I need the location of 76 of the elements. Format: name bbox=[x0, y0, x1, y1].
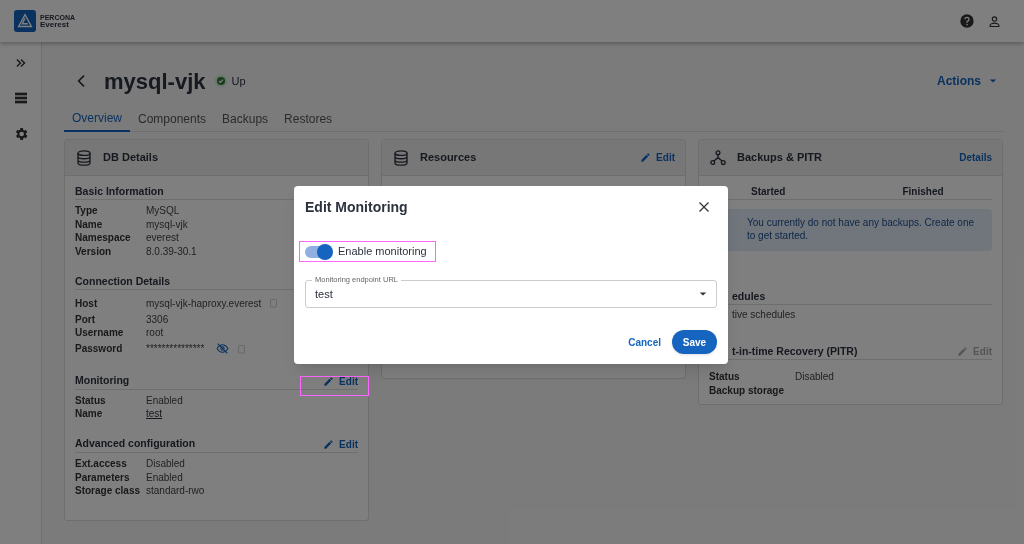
field-value: root bbox=[146, 326, 164, 341]
column-header: Finished bbox=[902, 185, 944, 199]
card-title: Resources bbox=[420, 150, 477, 166]
field-label: Type bbox=[75, 204, 99, 219]
database-icon bbox=[392, 148, 410, 167]
dialog-title: Edit Monitoring bbox=[305, 197, 408, 217]
column-header: Started bbox=[751, 185, 786, 199]
field-label: Status bbox=[75, 393, 107, 408]
card-title: Backups & PITR bbox=[737, 150, 822, 166]
section-title: t-in-time Recovery (PITR) bbox=[732, 343, 858, 359]
pencil-icon bbox=[640, 152, 652, 163]
edit-button[interactable]: Edit bbox=[323, 373, 358, 389]
field-value: 8.0.39-30.1 bbox=[146, 245, 197, 260]
field-value: MySQL bbox=[146, 204, 180, 219]
details-link[interactable]: Details bbox=[959, 150, 992, 165]
field-value: mysql-vjk-haproxy.everest bbox=[146, 296, 262, 311]
tab[interactable]: Restores bbox=[276, 106, 341, 132]
section-title: edules bbox=[732, 288, 766, 304]
field-value: Disabled bbox=[795, 369, 834, 384]
pencil-icon bbox=[323, 375, 335, 387]
section-title: Basic Information bbox=[75, 183, 164, 199]
toggle-label: Enable monitoring bbox=[338, 244, 427, 260]
tab[interactable]: Backups bbox=[214, 106, 277, 132]
user-icon bbox=[987, 13, 1002, 29]
field-value: 3306 bbox=[146, 312, 169, 327]
save-button[interactable]: Save bbox=[672, 330, 717, 354]
field-value: Enabled bbox=[146, 393, 183, 408]
field-label: Username bbox=[75, 326, 125, 341]
cancel-button[interactable]: Cancel bbox=[628, 334, 661, 350]
field-label: Port bbox=[75, 312, 96, 327]
field-label: Version bbox=[75, 245, 113, 260]
field-label: Parameters bbox=[75, 470, 131, 485]
edit-button[interactable]: Edit bbox=[640, 150, 675, 165]
field-label: Backup storage bbox=[709, 383, 786, 398]
check-circle-icon bbox=[213, 74, 228, 88]
caret-icon bbox=[989, 77, 997, 85]
list-icon[interactable] bbox=[12, 90, 29, 106]
caret-icon bbox=[699, 290, 707, 298]
field-label: Name bbox=[75, 217, 104, 232]
tab[interactable]: Overview bbox=[64, 106, 130, 132]
help-icon bbox=[959, 13, 975, 29]
select-value: test bbox=[315, 286, 333, 302]
card-title: DB Details bbox=[103, 150, 159, 166]
edit-button[interactable]: Edit bbox=[323, 436, 358, 452]
eye-off-icon[interactable] bbox=[216, 342, 230, 356]
section-title: Connection Details bbox=[75, 274, 171, 289]
section-title: Advanced configuration bbox=[75, 436, 196, 452]
pencil-icon bbox=[957, 346, 969, 357]
field-value: Enabled bbox=[146, 470, 183, 485]
product-name: Everest bbox=[40, 20, 70, 29]
field-value: standard-rwo bbox=[146, 484, 205, 499]
field-value: Disabled bbox=[146, 457, 185, 472]
monitoring-name-link[interactable]: test bbox=[146, 406, 163, 422]
field-label: Host bbox=[75, 296, 99, 311]
status-text: Up bbox=[231, 73, 246, 89]
field-value: everest bbox=[146, 231, 179, 246]
field-label: Storage class bbox=[75, 484, 142, 499]
tab[interactable]: Components bbox=[130, 106, 215, 132]
section-title: Monitoring bbox=[75, 373, 130, 389]
database-icon bbox=[75, 148, 93, 167]
actions-button[interactable]: Actions bbox=[937, 72, 997, 90]
field-value: mysql-vjk bbox=[146, 217, 188, 232]
field-label: Status bbox=[709, 369, 741, 384]
field-label: Password bbox=[75, 342, 124, 357]
pencil-icon bbox=[323, 438, 335, 450]
field-label: Name bbox=[75, 407, 104, 422]
mountain-logo-icon bbox=[14, 10, 36, 32]
field-value: *************** bbox=[146, 342, 205, 357]
branches-icon bbox=[709, 148, 727, 167]
schedules-text: tive schedules bbox=[732, 307, 796, 322]
close-icon[interactable] bbox=[698, 201, 710, 213]
highlight-frame bbox=[300, 376, 369, 396]
cluster-title: mysql-vjk bbox=[104, 67, 206, 96]
toggle-switch[interactable] bbox=[305, 245, 332, 258]
field-label: Ext.access bbox=[75, 457, 128, 472]
field-label: Namespace bbox=[75, 231, 132, 246]
